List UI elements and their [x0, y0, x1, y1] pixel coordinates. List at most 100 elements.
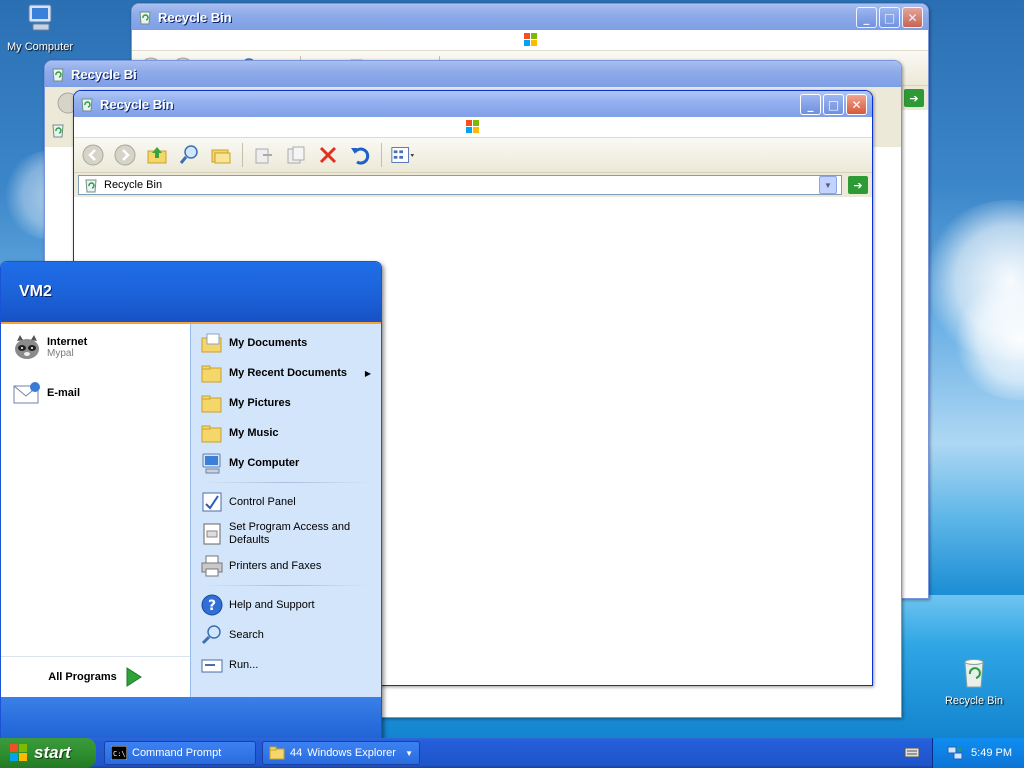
command-prompt-icon: C:\	[111, 746, 127, 760]
menu-my-documents[interactable]: My Documents	[191, 328, 381, 358]
menu-label: Help and Support	[229, 599, 315, 611]
address-dropdown-button[interactable]: ▼	[819, 176, 837, 194]
menu-help-and-support[interactable]: ? Help and Support	[191, 590, 381, 620]
start-button[interactable]: start	[0, 738, 96, 768]
taskbar-button-command-prompt[interactable]: C:\ Command Prompt	[104, 741, 256, 765]
start-menu-footer	[1, 697, 381, 738]
clock[interactable]: 5:49 PM	[971, 747, 1012, 759]
taskbar-button-label: Windows Explorer	[307, 747, 396, 759]
my-documents-icon	[199, 330, 225, 356]
menu-label: Control Panel	[229, 496, 296, 508]
desktop[interactable]: My Computer Recycle Bin Recycle Bin _ □ …	[0, 0, 1024, 738]
desktop-icon-my-computer[interactable]: My Computer	[0, 2, 80, 53]
windows-logo-icon	[466, 120, 479, 133]
close-button[interactable]: ✕	[902, 7, 923, 28]
menu-my-pictures[interactable]: My Pictures	[191, 388, 381, 418]
desktop-icon-recycle-bin[interactable]: Recycle Bin	[934, 656, 1014, 707]
svg-text:?: ?	[208, 598, 216, 614]
views-button[interactable]	[390, 142, 416, 168]
minimize-button[interactable]: _	[800, 94, 821, 115]
keyboard-icon[interactable]	[904, 745, 920, 759]
delete-button[interactable]	[315, 142, 341, 168]
menu-run[interactable]: Run...	[191, 650, 381, 680]
pinned-email[interactable]: E-mail	[1, 370, 190, 416]
all-programs-button[interactable]: All Programs	[1, 656, 190, 697]
menu-bar	[74, 117, 872, 138]
undo-button[interactable]	[347, 142, 373, 168]
maximize-button[interactable]: □	[823, 94, 844, 115]
svg-text:C:\: C:\	[113, 750, 126, 758]
search-icon	[199, 622, 225, 648]
menu-label: Set Program Access and	[229, 521, 351, 533]
address-text: Recycle Bin	[104, 179, 163, 191]
network-icon[interactable]	[947, 745, 963, 761]
desktop-icon-label: My Computer	[6, 41, 74, 53]
menu-set-program-access[interactable]: Set Program Access and Defaults	[191, 517, 381, 551]
go-button[interactable]: ➔	[904, 89, 924, 107]
browser-raccoon-icon	[11, 331, 43, 363]
back-button[interactable]	[80, 142, 106, 168]
close-button[interactable]: ✕	[846, 94, 867, 115]
menu-my-computer[interactable]: My Computer	[191, 448, 381, 478]
menu-label: Run...	[229, 659, 259, 671]
my-pictures-icon	[199, 390, 225, 416]
taskbar-button-label: Command Prompt	[132, 747, 222, 759]
search-button[interactable]	[176, 142, 202, 168]
chevron-down-icon: ▼	[405, 748, 413, 758]
pinned-label: E-mail	[47, 387, 81, 399]
start-menu-header: VM2	[1, 262, 381, 324]
title-bar[interactable]: Recycle Bi	[45, 61, 901, 87]
up-folder-button[interactable]	[144, 142, 170, 168]
recycle-bin-icon	[50, 122, 66, 141]
menu-search[interactable]: Search	[191, 620, 381, 650]
menu-control-panel[interactable]: Control Panel	[191, 487, 381, 517]
windows-flag-icon	[10, 744, 27, 761]
menu-label: Printers and Faxes	[229, 560, 322, 572]
pinned-label: Internet	[47, 335, 88, 348]
control-panel-icon	[199, 489, 225, 515]
recycle-bin-icon	[81, 98, 93, 112]
my-computer-icon	[28, 4, 52, 31]
run-icon	[199, 652, 225, 678]
menu-bar	[132, 30, 928, 51]
go-button[interactable]: ➔	[848, 176, 868, 194]
menu-separator	[201, 585, 371, 586]
group-count: 44	[290, 747, 303, 759]
menu-label: Search	[229, 629, 264, 641]
forward-button[interactable]	[112, 142, 138, 168]
menu-printers-and-faxes[interactable]: Printers and Faxes	[191, 551, 381, 581]
window-title: Recycle Bi	[71, 66, 137, 82]
recycle-bin-icon	[52, 68, 64, 82]
pinned-sublabel: Mypal	[47, 347, 74, 359]
maximize-button[interactable]: □	[879, 7, 900, 28]
menu-label: My Music	[229, 427, 279, 439]
submenu-arrow-icon: ▶	[364, 368, 371, 378]
menu-label: Defaults	[229, 534, 270, 546]
title-bar[interactable]: Recycle Bin _ □ ✕	[132, 4, 928, 30]
printer-icon	[199, 553, 225, 579]
taskbar: start C:\ Command Prompt 44 Windows Expl…	[0, 738, 1024, 768]
green-arrow-icon	[126, 667, 142, 687]
desktop-icon-label: Recycle Bin	[944, 695, 1004, 707]
folders-button[interactable]	[208, 142, 234, 168]
address-bar[interactable]: Recycle Bin ▼	[78, 175, 842, 195]
minimize-button[interactable]: _	[856, 7, 877, 28]
copy-to-button[interactable]	[283, 142, 309, 168]
help-icon: ?	[199, 592, 225, 618]
all-programs-label: All Programs	[48, 671, 117, 683]
recycle-bin-icon	[964, 659, 984, 688]
email-icon	[11, 377, 43, 409]
recycle-bin-icon	[139, 11, 151, 25]
title-bar[interactable]: Recycle Bin _ □ ✕	[74, 91, 872, 117]
start-menu-right-pane: My Documents My Recent Documents ▶ My Pi…	[191, 324, 381, 697]
my-music-icon	[199, 420, 225, 446]
start-menu: VM2 Internet Mypal E-mail All Programs M…	[0, 261, 382, 738]
menu-my-recent-documents[interactable]: My Recent Documents ▶	[191, 358, 381, 388]
menu-separator	[201, 482, 371, 483]
pinned-internet[interactable]: Internet Mypal	[1, 324, 190, 370]
folder-icon	[269, 746, 285, 760]
move-to-button[interactable]	[251, 142, 277, 168]
menu-my-music[interactable]: My Music	[191, 418, 381, 448]
toolbar	[74, 138, 872, 173]
taskbar-button-windows-explorer[interactable]: 44 Windows Explorer ▼	[262, 741, 420, 765]
